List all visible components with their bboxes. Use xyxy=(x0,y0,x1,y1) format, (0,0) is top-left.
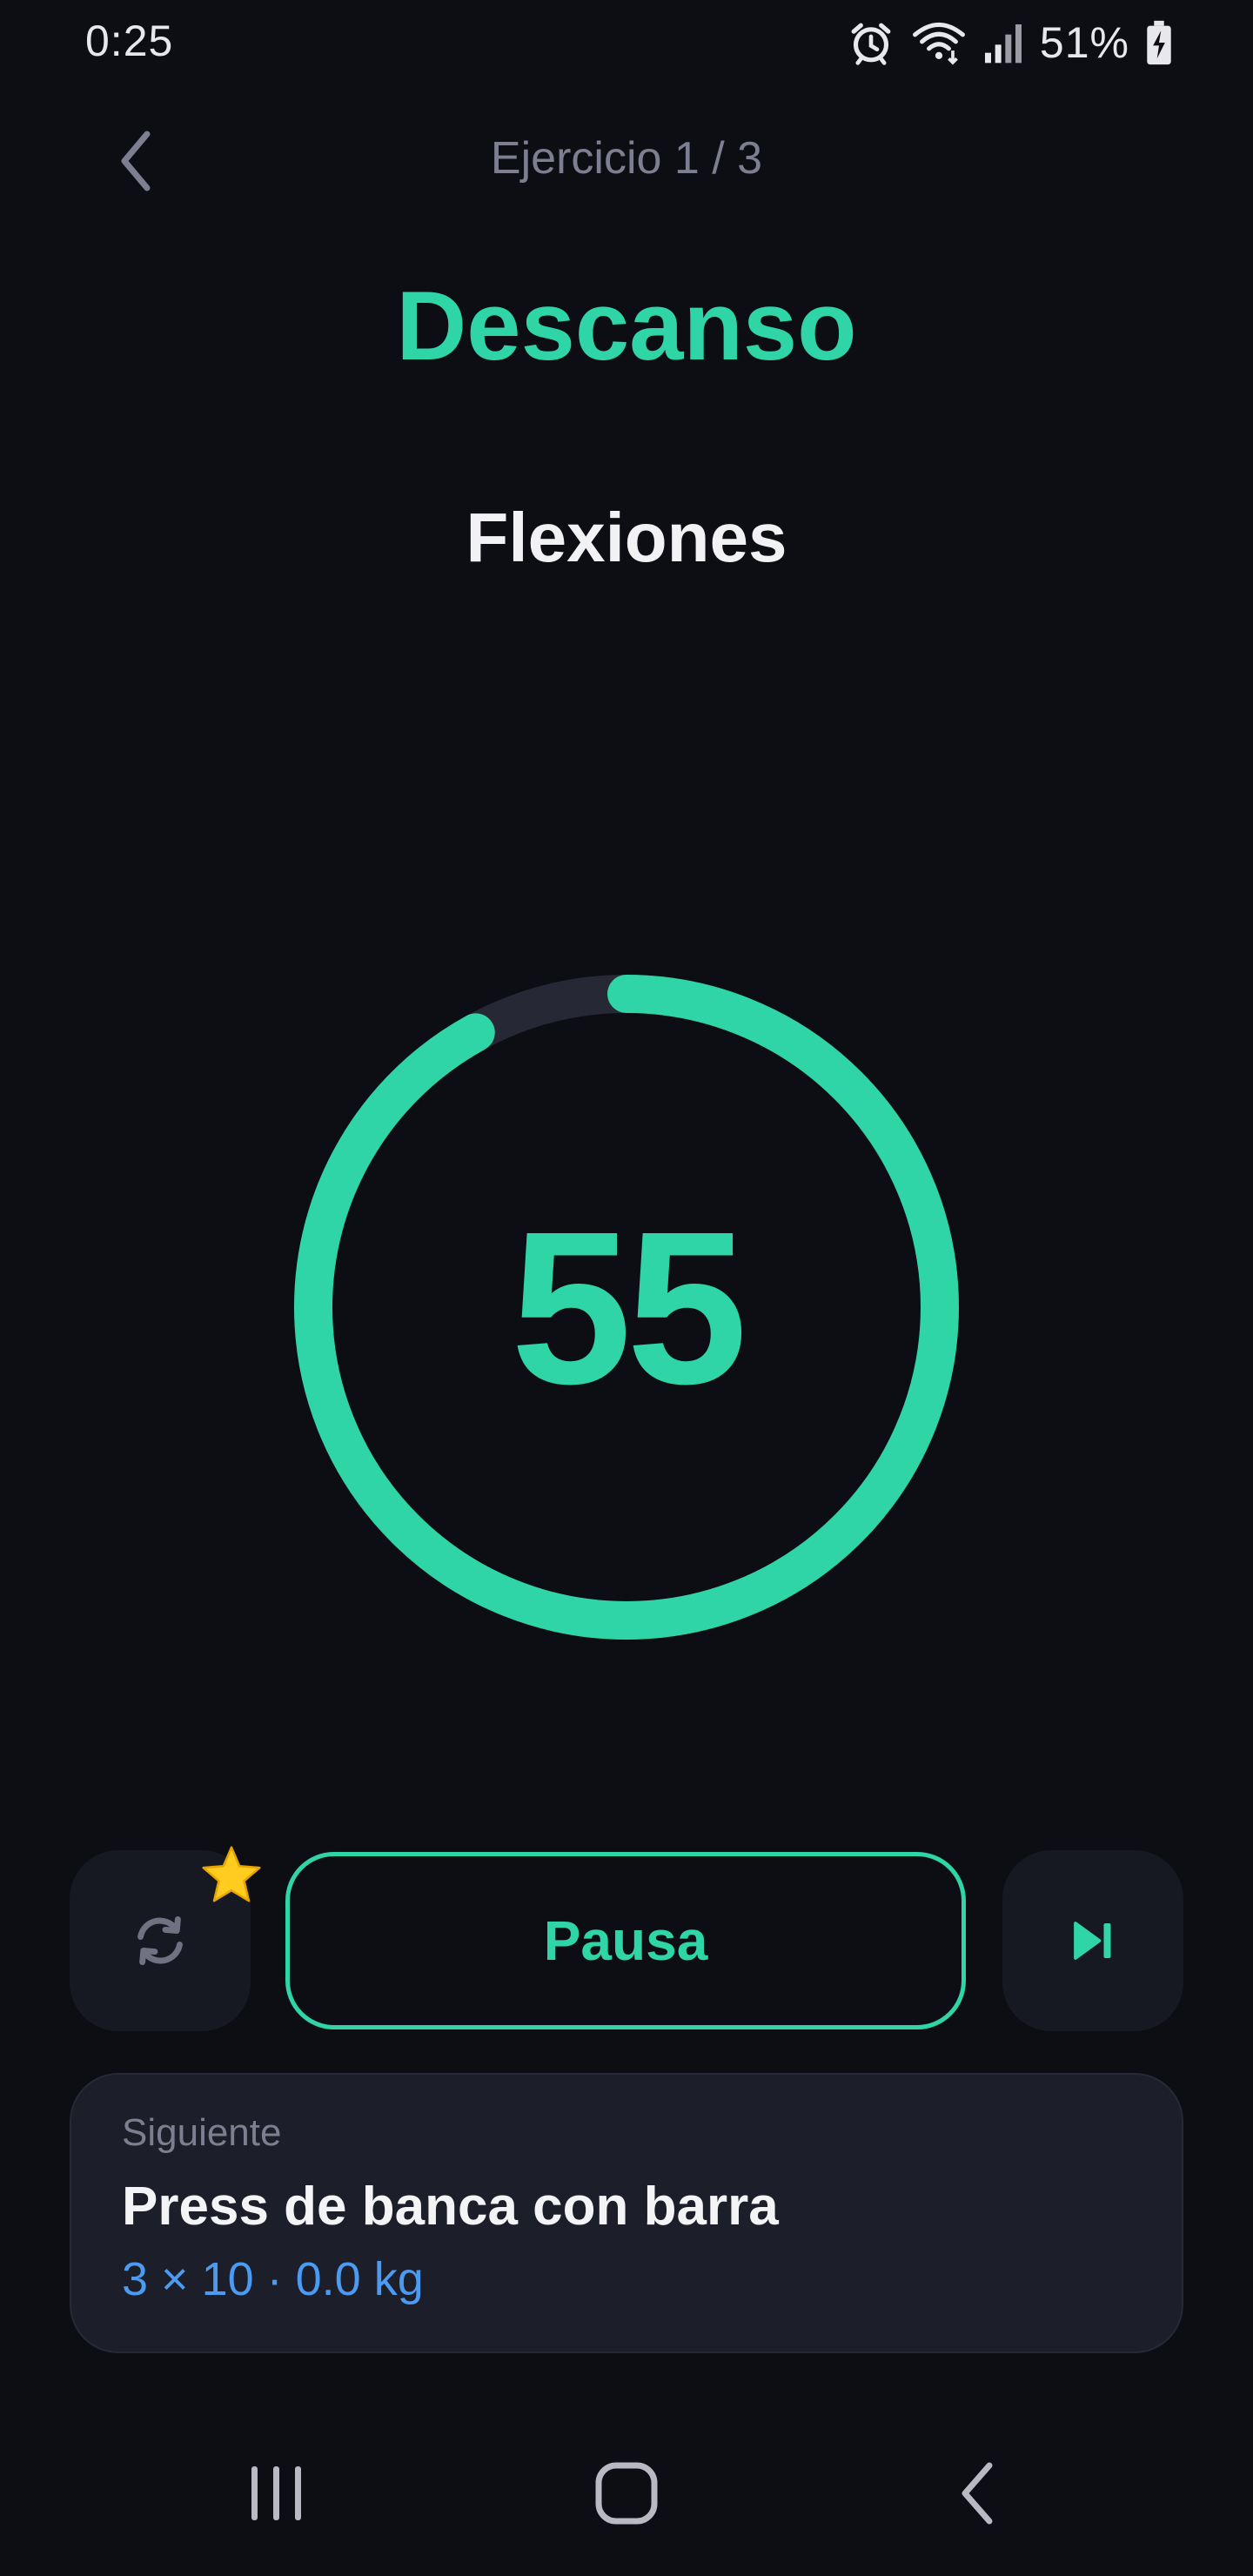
skip-next-icon xyxy=(1074,1922,1111,1960)
recent-apps-button[interactable] xyxy=(216,2437,338,2550)
current-exercise-name: Flexiones xyxy=(466,499,787,576)
phase-title: Descanso xyxy=(396,272,857,380)
system-back-button[interactable] xyxy=(915,2437,1037,2550)
home-button[interactable] xyxy=(566,2437,687,2550)
wifi-icon xyxy=(912,23,965,65)
next-exercise-detail: 3 × 10 · 0.0 kg xyxy=(122,2253,424,2305)
sync-icon xyxy=(137,1915,183,1966)
next-label: Siguiente xyxy=(122,2111,282,2154)
star-icon xyxy=(202,1846,261,1902)
recent-apps-icon xyxy=(251,2466,301,2520)
battery-charging-icon xyxy=(1147,20,1171,65)
home-icon xyxy=(595,2462,658,2525)
signal-icon xyxy=(984,24,1022,64)
status-time: 0:25 xyxy=(85,17,174,65)
next-exercise-card: Siguiente Press de banca con barra 3 × 1… xyxy=(70,2073,1183,2353)
timer-seconds: 55 xyxy=(510,1185,747,1429)
system-nav-bar xyxy=(0,2437,1253,2550)
battery-percentage: 51% xyxy=(1039,18,1129,67)
skip-button[interactable] xyxy=(1002,1850,1183,2031)
alarm-icon xyxy=(851,23,891,65)
exercise-counter: Ejercicio 1 / 3 xyxy=(490,133,763,184)
status-icons: 51% xyxy=(847,12,1173,73)
pause-button[interactable]: Pausa xyxy=(285,1852,966,2029)
rest-timer-screen: 0:25 51% Ejercicio 1 / 3 Descanso Flexio… xyxy=(0,0,1253,2576)
back-icon xyxy=(962,2462,993,2525)
next-exercise-name: Press de banca con barra xyxy=(122,2177,779,2237)
